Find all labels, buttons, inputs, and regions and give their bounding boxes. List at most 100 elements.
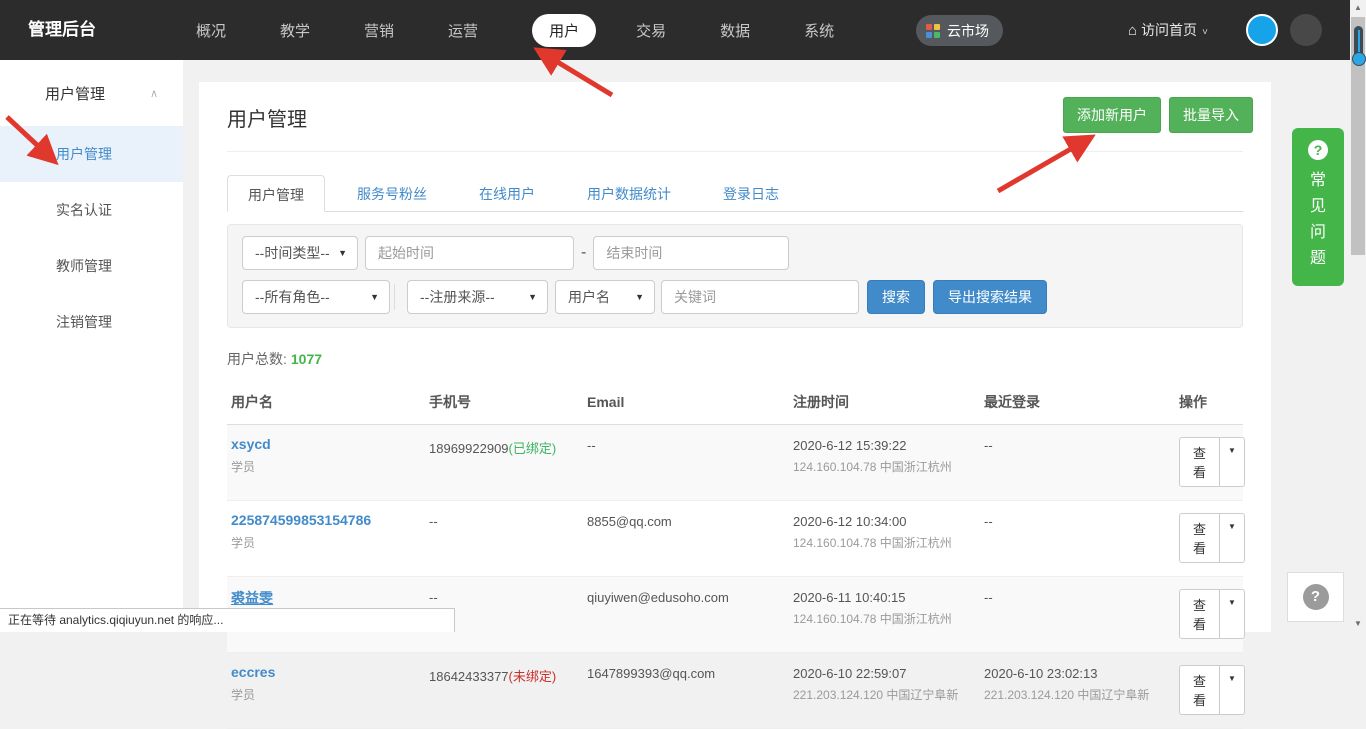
main-content-card: 添加新用户 批量导入 用户管理 用户管理 服务号粉丝 在线用户 用户数据统计 登…	[199, 82, 1271, 632]
sidebar-item-real-name-auth[interactable]: 实名认证	[0, 182, 183, 238]
view-button[interactable]: 查看	[1179, 437, 1220, 487]
col-username: 用户名	[227, 382, 425, 425]
table-row: xsycd 学员 18969922909(已绑定) -- 2020-6-12 1…	[227, 425, 1243, 501]
chevron-up-icon: ∧	[150, 87, 158, 100]
username-link[interactable]: eccres	[231, 664, 421, 680]
sidebar-group-label: 用户管理	[45, 83, 105, 104]
question-icon: ?	[1303, 584, 1329, 610]
email-cell: 8855@qq.com	[587, 512, 785, 529]
nav-item-data[interactable]: 数据	[720, 20, 750, 41]
browser-status-bar: 正在等待 analytics.qiqiuyun.net 的响应...	[0, 608, 455, 632]
add-user-button[interactable]: 添加新用户	[1063, 97, 1161, 133]
nav-item-marketing[interactable]: 营销	[364, 20, 394, 41]
table-header-row: 用户名 手机号 Email 注册时间 最近登录 操作	[227, 382, 1243, 425]
view-dropdown-caret[interactable]: ▼	[1220, 665, 1245, 715]
market-grid-icon	[926, 24, 940, 38]
export-results-button[interactable]: 导出搜索结果	[933, 280, 1047, 314]
view-dropdown-caret[interactable]: ▼	[1220, 513, 1245, 563]
nav-item-users[interactable]: 用户	[532, 14, 596, 47]
email-cell: 1647899393@qq.com	[587, 664, 785, 681]
tab-login-log[interactable]: 登录日志	[703, 175, 799, 211]
faq-side-button[interactable]: ? 常 见 问 题	[1292, 128, 1344, 286]
main-nav: 概况 教学 营销 运营 用户 交易 数据 系统	[196, 0, 888, 60]
scroll-position-marker	[1354, 26, 1363, 60]
visit-home-dropdown[interactable]: ⌂访问首页˅	[1128, 0, 1208, 63]
register-ip: 124.160.104.78 中国浙江杭州	[793, 458, 976, 475]
batch-import-button[interactable]: 批量导入	[1169, 97, 1253, 133]
col-email: Email	[583, 382, 789, 425]
register-time: 2020-6-12 10:34:00	[793, 512, 976, 529]
scroll-down-arrow[interactable]: ▼	[1350, 616, 1366, 632]
tab-service-followers[interactable]: 服务号粉丝	[337, 175, 447, 211]
cloud-market-button[interactable]: 云市场	[916, 15, 1003, 46]
faq-char: 见	[1310, 194, 1326, 220]
user-total-line: 用户总数:1077	[227, 349, 1243, 369]
range-dash: -	[581, 244, 586, 262]
table-row: 225874599853154786 学员 -- 8855@qq.com 202…	[227, 501, 1243, 577]
search-filter-panel: --时间类型-- ▼ - --所有角色-- ▼ --注册来源-- ▼ 用户	[227, 224, 1243, 328]
register-time: 2020-6-10 22:59:07	[793, 664, 976, 681]
last-login-time: --	[984, 588, 1171, 605]
tab-bar: 用户管理 服务号粉丝 在线用户 用户数据统计 登录日志	[227, 175, 1243, 212]
sidebar-item-teacher-management[interactable]: 教师管理	[0, 238, 183, 294]
title-divider	[227, 151, 1243, 152]
view-dropdown-caret[interactable]: ▼	[1220, 437, 1245, 487]
col-register-time: 注册时间	[789, 382, 980, 425]
register-ip: 124.160.104.78 中国浙江杭州	[793, 610, 976, 627]
view-split-button: 查看 ▼	[1179, 665, 1245, 715]
sidebar-item-user-management[interactable]: 用户管理	[0, 126, 183, 182]
nav-item-system[interactable]: 系统	[804, 20, 834, 41]
keyword-input[interactable]	[661, 280, 859, 314]
tab-user-management[interactable]: 用户管理	[227, 175, 325, 212]
select-caret-icon: ▼	[635, 292, 644, 302]
register-source-select[interactable]: --注册来源-- ▼	[407, 280, 548, 314]
faq-char: 常	[1310, 168, 1326, 194]
start-time-input[interactable]	[365, 236, 574, 270]
user-roles: 学员	[231, 686, 421, 703]
field-value: 用户名	[568, 287, 610, 307]
last-login-ip: 221.203.124.120 中国辽宁阜新	[984, 686, 1171, 703]
visit-home-label: 访问首页	[1141, 22, 1197, 38]
user-avatar[interactable]	[1246, 14, 1278, 46]
username-link[interactable]: xsycd	[231, 436, 421, 452]
user-roles: 学员	[231, 458, 421, 475]
time-type-value: --时间类型--	[255, 243, 330, 263]
chevron-down-icon: ˅	[1202, 27, 1208, 38]
view-button[interactable]: 查看	[1179, 513, 1220, 563]
tab-online-users[interactable]: 在线用户	[459, 175, 555, 211]
user-roles: 学员	[231, 534, 421, 551]
nav-item-overview[interactable]: 概况	[196, 20, 226, 41]
tab-user-statistics[interactable]: 用户数据统计	[567, 175, 691, 211]
col-last-login: 最近登录	[980, 382, 1175, 425]
nav-item-trade[interactable]: 交易	[636, 20, 666, 41]
view-button[interactable]: 查看	[1179, 665, 1220, 715]
email-cell: --	[587, 436, 785, 453]
end-time-input[interactable]	[593, 236, 789, 270]
table-row: eccres 学员 18642433377(未绑定) 1647899393@qq…	[227, 653, 1243, 729]
secondary-avatar[interactable]	[1290, 14, 1322, 46]
search-button[interactable]: 搜索	[867, 280, 925, 314]
faq-char: 题	[1310, 246, 1326, 272]
last-login-time: --	[984, 512, 1171, 529]
help-floating-button[interactable]: ?	[1287, 572, 1344, 622]
source-value: --注册来源--	[420, 287, 495, 307]
user-total-value: 1077	[291, 351, 322, 367]
user-total-label: 用户总数:	[227, 351, 287, 367]
search-field-select[interactable]: 用户名 ▼	[555, 280, 655, 314]
sidebar-item-cancel-management[interactable]: 注销管理	[0, 294, 183, 350]
nav-item-operation[interactable]: 运营	[448, 20, 478, 41]
users-table: 用户名 手机号 Email 注册时间 最近登录 操作 xsycd 学员 1896…	[227, 382, 1243, 729]
role-select[interactable]: --所有角色-- ▼	[242, 280, 390, 314]
email-cell: qiuyiwen@edusoho.com	[587, 588, 785, 605]
time-type-select[interactable]: --时间类型-- ▼	[242, 236, 358, 270]
faq-char: 问	[1310, 220, 1326, 246]
nav-item-teaching[interactable]: 教学	[280, 20, 310, 41]
phone-status: (未绑定)	[509, 669, 557, 684]
username-link[interactable]: 225874599853154786	[231, 512, 421, 528]
username-link[interactable]: 裘益雯	[231, 588, 421, 608]
app-title: 管理后台	[28, 0, 96, 60]
page-scrollbar[interactable]: ▲ ▼	[1350, 0, 1366, 632]
scroll-up-arrow[interactable]: ▲	[1350, 0, 1366, 16]
sidebar-group-user-management[interactable]: 用户管理 ∧	[0, 60, 183, 126]
select-caret-icon: ▼	[370, 292, 379, 302]
